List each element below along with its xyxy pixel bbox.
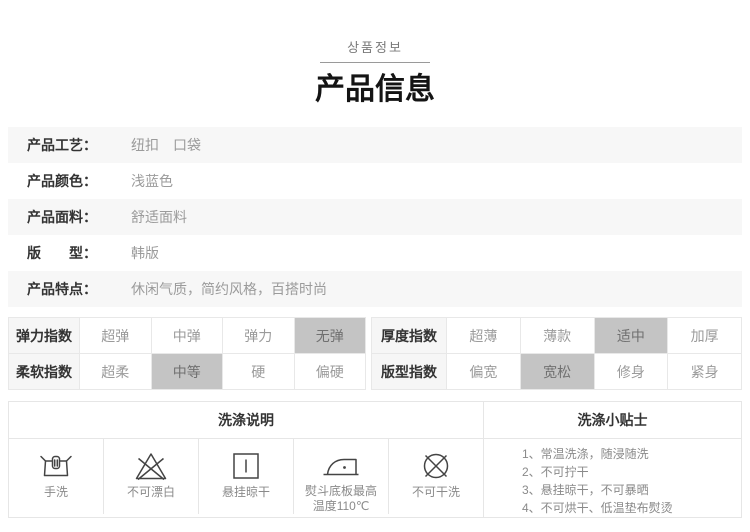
attr-value: 舒适面料 [131, 207, 187, 227]
attr-value: 纽扣 口袋 [131, 135, 201, 155]
attr-label: 产品特点： [27, 279, 131, 299]
index-option: 紧身 [668, 354, 742, 390]
wash-symbol-cell: 不可漂白 [104, 439, 199, 514]
wash-tip: 1、常温洗涤，随浸随洗 [522, 445, 741, 463]
wash-symbol-cell: 悬挂晾干 [199, 439, 294, 514]
attr-value: 韩版 [131, 243, 159, 263]
index-row-label: 柔软指数 [9, 354, 80, 390]
index-option: 偏宽 [447, 354, 521, 390]
wash-instructions-panel: 洗涤说明 手洗 [9, 402, 484, 517]
wash-symbol-label: 不可漂白 [127, 485, 175, 500]
no-dry-clean-icon [420, 447, 452, 484]
wash-tips-list: 1、常温洗涤，随浸随洗 2、不可拧干 3、悬挂晾干，不可暴晒 4、不可烘干、低温… [484, 439, 741, 517]
index-option: 超弹 [80, 318, 152, 354]
index-row: 柔软指数 超柔 中等 硬 偏硬 [9, 354, 366, 390]
wash-instructions-title: 洗涤说明 [9, 402, 483, 439]
wash-symbol-cell: 手洗 [9, 439, 104, 514]
wash-symbol-label: 不可干洗 [412, 485, 460, 500]
attr-row: 产品特点： 休闲气质，简约风格，百搭时尚 [8, 271, 742, 307]
attr-label: 产品颜色： [27, 171, 131, 191]
attr-label: 产品面料： [27, 207, 131, 227]
page-title: 产品信息 [0, 73, 750, 107]
index-option: 加厚 [668, 318, 742, 354]
attr-row: 产品面料： 舒适面料 [8, 199, 742, 235]
wash-symbol-cell: 不可干洗 [389, 439, 483, 514]
index-grid-left: 弹力指数 超弹 中弹 弹力 无弹 柔软指数 超柔 中等 硬 偏硬 [8, 317, 366, 390]
index-row-label: 版型指数 [372, 354, 447, 390]
index-option: 修身 [595, 354, 669, 390]
attr-label: 产品工艺： [27, 135, 131, 155]
index-row: 版型指数 偏宽 宽松 修身 紧身 [372, 354, 742, 390]
page-header: 상품정보 产品信息 [0, 0, 750, 107]
index-row-label: 弹力指数 [9, 318, 80, 354]
index-option: 超柔 [80, 354, 152, 390]
iron-max-110-icon [321, 447, 361, 483]
index-option-selected: 无弹 [295, 318, 367, 354]
wash-symbol-cell: 熨斗底板最高温度110℃ [294, 439, 389, 514]
attr-label: 版 型： [27, 243, 131, 263]
attr-row: 产品工艺： 纽扣 口袋 [8, 127, 742, 163]
index-row: 弹力指数 超弹 中弹 弹力 无弹 [9, 318, 366, 354]
wash-tip: 3、悬挂晾干，不可暴晒 [522, 481, 741, 499]
subtitle-underline [320, 62, 430, 63]
index-row: 厚度指数 超薄 薄款 适中 加厚 [372, 318, 742, 354]
index-option: 硬 [223, 354, 295, 390]
index-option: 弹力 [223, 318, 295, 354]
index-row-label: 厚度指数 [372, 318, 447, 354]
washing-section: 洗涤说明 手洗 [8, 401, 742, 518]
index-option-selected: 适中 [595, 318, 669, 354]
wash-symbol-label: 熨斗底板最高温度110℃ [301, 484, 381, 514]
wash-tips-panel: 洗涤小贴士 1、常温洗涤，随浸随洗 2、不可拧干 3、悬挂晾干，不可暴晒 4、不… [484, 402, 741, 517]
wash-symbol-label: 手洗 [44, 485, 68, 500]
page-subtitle: 상품정보 [0, 40, 750, 56]
index-option: 薄款 [521, 318, 595, 354]
product-attributes-table: 产品工艺： 纽扣 口袋 产品颜色： 浅蓝色 产品面料： 舒适面料 版 型： 韩版… [8, 127, 742, 307]
no-bleach-icon [134, 447, 168, 484]
index-option-selected: 中等 [152, 354, 224, 390]
wash-tip: 2、不可拧干 [522, 463, 741, 481]
index-option: 中弹 [152, 318, 224, 354]
hand-wash-icon [39, 447, 73, 484]
index-grid: 弹力指数 超弹 中弹 弹力 无弹 柔软指数 超柔 中等 硬 偏硬 厚度指数 超薄… [8, 317, 742, 390]
index-option: 偏硬 [295, 354, 367, 390]
wash-tip: 4、不可烘干、低温垫布熨烫 [522, 499, 741, 517]
hang-dry-icon [231, 447, 261, 484]
wash-tips-title: 洗涤小贴士 [484, 402, 741, 439]
attr-row: 版 型： 韩版 [8, 235, 742, 271]
index-option-selected: 宽松 [521, 354, 595, 390]
attr-row: 产品颜色： 浅蓝色 [8, 163, 742, 199]
attr-value: 浅蓝色 [131, 171, 173, 191]
index-grid-right: 厚度指数 超薄 薄款 适中 加厚 版型指数 偏宽 宽松 修身 紧身 [371, 317, 742, 390]
index-option: 超薄 [447, 318, 521, 354]
attr-value: 休闲气质，简约风格，百搭时尚 [131, 279, 327, 299]
wash-symbols-row: 手洗 不可漂白 悬挂晾干 [9, 439, 483, 514]
wash-symbol-label: 悬挂晾干 [222, 485, 270, 500]
